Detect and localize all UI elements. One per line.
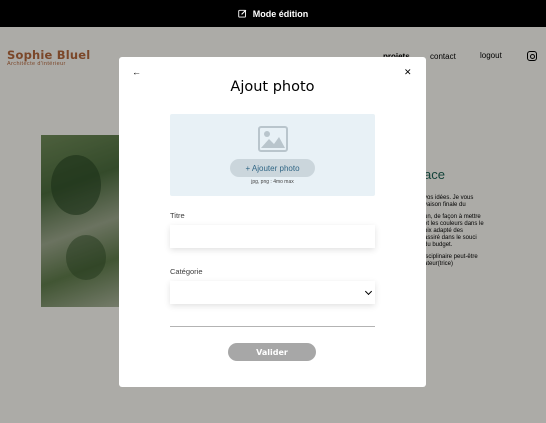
modal-title: Ajout photo bbox=[230, 79, 315, 95]
title-input[interactable] bbox=[170, 225, 375, 248]
upload-hint: jpg, png : 4mo max bbox=[251, 179, 294, 185]
close-icon[interactable]: ✕ bbox=[404, 67, 412, 78]
photo-upload-area[interactable]: + Ajouter photo jpg, png : 4mo max bbox=[170, 114, 375, 196]
arrow-left-icon[interactable]: ← bbox=[132, 67, 141, 77]
edit-icon bbox=[238, 9, 247, 18]
add-photo-modal: ← ✕ Ajout photo + Ajouter photo jpg, png… bbox=[119, 57, 426, 387]
divider bbox=[170, 326, 375, 327]
add-photo-button[interactable]: + Ajouter photo bbox=[230, 159, 315, 177]
title-label: Titre bbox=[170, 211, 185, 220]
edit-mode-label: Mode édition bbox=[252, 8, 309, 19]
chevron-down-icon bbox=[364, 287, 373, 296]
category-select[interactable] bbox=[170, 281, 375, 304]
submit-button[interactable]: Valider bbox=[228, 343, 316, 361]
category-label: Catégorie bbox=[170, 267, 203, 276]
image-icon bbox=[258, 126, 288, 152]
edit-mode-bar: Mode édition bbox=[0, 0, 546, 27]
